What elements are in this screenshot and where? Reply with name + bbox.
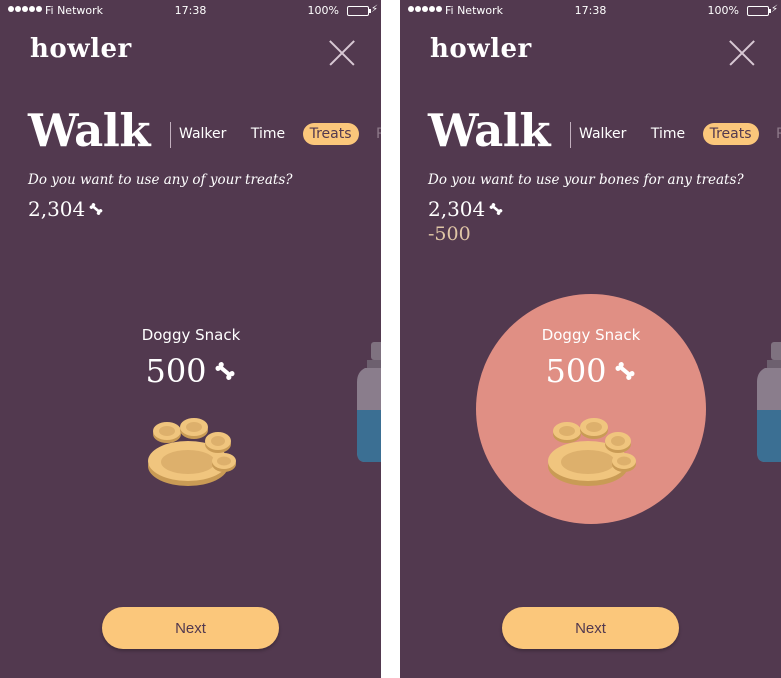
bone-balance-value: 2,304 xyxy=(428,197,486,221)
treat-price-value: 500 xyxy=(145,352,207,390)
bone-icon xyxy=(215,362,235,380)
tab-time[interactable]: Time xyxy=(244,123,292,145)
tab-next-step[interactable]: Re xyxy=(769,123,781,145)
treat-option-doggy-snack[interactable]: Doggy Snack 500 xyxy=(476,294,706,524)
potion-bottle-icon[interactable] xyxy=(755,342,781,466)
treat-name: Doggy Snack xyxy=(141,326,241,344)
phone-screen-default: Fi Network 17:38 100% ⚡ howler Walk Walk… xyxy=(0,0,381,678)
tab-walker[interactable]: Walker xyxy=(572,123,633,145)
treat-price-value: 500 xyxy=(545,352,607,390)
bone-icon xyxy=(489,203,503,215)
paw-treat-icon xyxy=(548,418,636,486)
battery-percentage: 100% xyxy=(707,4,739,17)
phone-screen-selected: Fi Network 17:38 100% ⚡ howler Walk Walk… xyxy=(400,0,781,678)
status-bar: Fi Network 17:38 100% ⚡ xyxy=(0,0,381,22)
bone-icon xyxy=(615,362,635,380)
bone-balance: 2,304 xyxy=(428,197,504,221)
page-title: Walk xyxy=(428,104,551,157)
next-button[interactable]: Next xyxy=(102,607,279,649)
treat-price: 500 xyxy=(476,352,706,390)
page-title: Walk xyxy=(28,104,151,157)
close-icon[interactable] xyxy=(329,40,355,66)
bone-balance-value: 2,304 xyxy=(28,197,86,221)
treat-question: Do you want to use any of your treats? xyxy=(28,172,293,188)
tab-next-step[interactable]: Re xyxy=(369,123,381,145)
step-tabs: Walker Time Treats Re xyxy=(572,123,781,145)
app-logo: howler xyxy=(430,34,532,64)
close-icon[interactable] xyxy=(729,40,755,66)
bone-deduction: -500 xyxy=(428,223,471,245)
treat-question: Do you want to use your bones for any tr… xyxy=(428,172,744,188)
bone-balance: 2,304 xyxy=(28,197,104,221)
next-button[interactable]: Next xyxy=(502,607,679,649)
title-divider xyxy=(170,122,171,148)
tab-walker[interactable]: Walker xyxy=(172,123,233,145)
tab-treats[interactable]: Treats xyxy=(302,123,359,145)
charging-icon: ⚡ xyxy=(770,4,778,15)
tab-treats[interactable]: Treats xyxy=(702,123,759,145)
potion-bottle-icon[interactable] xyxy=(355,342,381,466)
step-tabs: Walker Time Treats Re xyxy=(172,123,381,145)
treat-price: 500 xyxy=(76,352,306,390)
battery-percentage: 100% xyxy=(307,4,339,17)
app-logo: howler xyxy=(30,34,132,64)
charging-icon: ⚡ xyxy=(370,4,378,15)
battery-icon xyxy=(747,6,771,16)
title-divider xyxy=(570,122,571,148)
tab-time[interactable]: Time xyxy=(644,123,692,145)
treat-option-doggy-snack[interactable]: Doggy Snack 500 xyxy=(76,294,306,524)
paw-treat-icon xyxy=(148,418,236,486)
bone-icon xyxy=(89,203,103,215)
battery-icon xyxy=(347,6,371,16)
treat-name: Doggy Snack xyxy=(541,326,641,344)
status-bar: Fi Network 17:38 100% ⚡ xyxy=(400,0,781,22)
